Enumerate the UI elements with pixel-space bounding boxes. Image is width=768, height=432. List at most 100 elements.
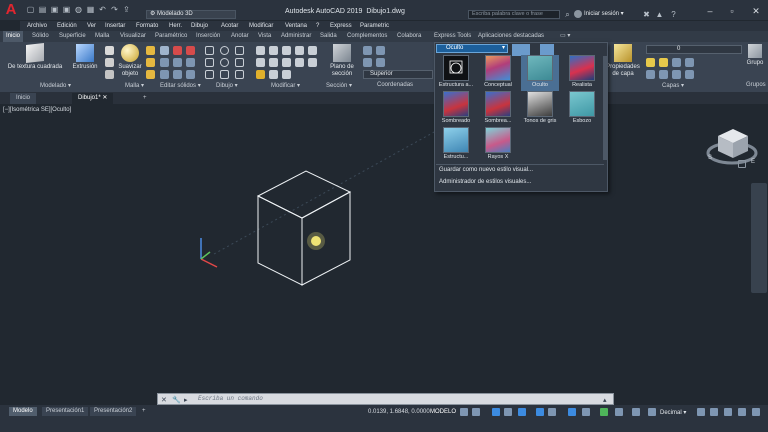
autocad-logo-icon[interactable]: A (2, 1, 20, 19)
group-label-modificar[interactable]: Modificar ▾ (271, 82, 300, 89)
menu-ayuda[interactable]: ? (316, 21, 319, 31)
solid-edit-1-icon[interactable] (160, 46, 169, 55)
command-input[interactable]: Escriba un comando (198, 395, 498, 402)
tab-malla[interactable]: Malla (95, 31, 109, 42)
vs-item-sketchy[interactable]: Esbozo (563, 91, 601, 127)
drawing-canvas[interactable] (0, 104, 768, 406)
binoculars-icon[interactable]: ⌕ (563, 10, 572, 19)
object-snap-tracking-icon[interactable] (536, 408, 544, 416)
scale-icon[interactable] (308, 58, 317, 67)
tab-vista[interactable]: Vista (258, 31, 271, 42)
doc-tab-dibujo1[interactable]: Dibujo1* ✕ (72, 93, 114, 104)
solid-edit-7-icon[interactable] (160, 70, 169, 79)
group-label-modelado[interactable]: Modelado ▾ (40, 82, 71, 89)
ortho-icon[interactable] (492, 408, 500, 416)
tab-colabora[interactable]: Colabora (397, 31, 421, 42)
customization-menu-icon[interactable] (752, 408, 760, 416)
clean-screen-icon[interactable] (738, 408, 746, 416)
group-label-dibujo[interactable]: Dibujo ▾ (216, 82, 238, 89)
tab-inicio[interactable]: Inicio (3, 31, 24, 42)
group-label-editar-solidos[interactable]: Editar sólidos ▾ (160, 82, 201, 89)
solid-edit-6-icon[interactable] (186, 58, 195, 67)
vs-item-shaded-edges[interactable]: Sombrea... (479, 91, 517, 127)
layer-tool-3-icon[interactable] (672, 58, 681, 67)
vs-item-shades-of-gray[interactable]: Tonos de gris (521, 91, 559, 127)
group-label-grupos[interactable]: Grupos (746, 82, 766, 88)
tab-anotar[interactable]: Anotar (231, 31, 249, 42)
menu-archivo[interactable]: Archivo (27, 21, 47, 31)
menu-dibujo[interactable]: Dibujo (191, 21, 208, 31)
section-plane-button[interactable]: Plano de sección (327, 44, 357, 78)
polygon-icon[interactable] (235, 58, 244, 67)
open-file-icon[interactable]: ▤ (38, 5, 47, 14)
solid-edit-5-icon[interactable] (173, 58, 182, 67)
doc-tab-inicio[interactable]: Inicio (10, 93, 37, 104)
coordinates-display[interactable]: 0.0139, 1.6848, 0.0000 (368, 409, 430, 415)
menu-ver[interactable]: Ver (87, 21, 96, 31)
line-icon[interactable] (205, 46, 214, 55)
minimize-icon[interactable]: – (700, 5, 720, 17)
home-view-icon[interactable] (738, 160, 746, 168)
layer-tool-7-icon[interactable] (672, 70, 681, 79)
polyline-icon[interactable] (205, 58, 214, 67)
menu-edicion[interactable]: Edición (57, 21, 77, 31)
menu-express[interactable]: Express (330, 21, 352, 31)
polar-icon[interactable] (504, 408, 512, 416)
array-icon[interactable] (295, 58, 304, 67)
solid-edit-8-icon[interactable] (173, 70, 182, 79)
lineweight-icon[interactable] (582, 408, 590, 416)
layer-tool-8-icon[interactable] (685, 70, 694, 79)
tab-insercion[interactable]: Inserción (196, 31, 220, 42)
layer-tool-4-icon[interactable] (685, 58, 694, 67)
print-icon[interactable]: ▦ (86, 5, 95, 14)
solid-edit-4-icon[interactable] (160, 58, 169, 67)
erase-icon[interactable] (256, 70, 265, 79)
mesh-tool-1-icon[interactable] (146, 46, 155, 55)
stretch-icon[interactable] (282, 46, 291, 55)
torus-small-icon[interactable] (105, 70, 114, 79)
cmd-history-icon[interactable]: ▴ (603, 396, 607, 404)
menu-acotar[interactable]: Acotar (221, 21, 238, 31)
quick-properties-icon[interactable] (697, 408, 705, 416)
menu-ventana[interactable]: Ventana (285, 21, 307, 31)
tab-administrar[interactable]: Administrar (281, 31, 311, 42)
navigation-bar[interactable] (751, 183, 767, 293)
isodraft-icon[interactable] (518, 408, 526, 416)
ucs-2-icon[interactable] (376, 46, 385, 55)
units-icon[interactable] (648, 408, 656, 416)
tab-solido[interactable]: Sólido (32, 31, 49, 42)
ucs-4-icon[interactable] (376, 58, 385, 67)
fillet-icon[interactable] (256, 58, 265, 67)
vs-item-wireframe-2d[interactable]: Estructura a... (437, 55, 475, 91)
layout-tab-presentacion1[interactable]: Presentación1 (42, 407, 89, 416)
tab-complementos[interactable]: Complementos (347, 31, 387, 42)
move-icon[interactable] (256, 46, 265, 55)
copy-icon[interactable] (269, 46, 278, 55)
explode-icon[interactable] (269, 70, 278, 79)
vs-item-wireframe[interactable]: Estructu... (437, 127, 475, 163)
save-visual-style-link[interactable]: Guardar como nuevo estilo visual... (439, 167, 533, 173)
close-icon[interactable]: ✕ (746, 5, 766, 17)
vs-item-conceptual[interactable]: Conceptual (479, 55, 517, 91)
join-icon[interactable] (282, 70, 291, 79)
app-store-icon[interactable]: ✖ (642, 10, 651, 19)
workspace-dropdown[interactable]: ⚙ Modelado 3D (146, 10, 236, 19)
new-file-icon[interactable]: ▢ (26, 5, 35, 14)
mesh-tool-2-icon[interactable] (146, 58, 155, 67)
layout-tab-model[interactable]: Modelo (9, 407, 37, 416)
cmd-prompt-icon[interactable]: ▸ (184, 396, 188, 404)
menu-modificar[interactable]: Modificar (249, 21, 273, 31)
snap-icon[interactable] (472, 408, 480, 416)
tab-salida[interactable]: Salida (320, 31, 337, 42)
ucs-3-icon[interactable] (363, 58, 372, 67)
visual-style-dropdown[interactable]: Oculto ▾ (436, 44, 508, 53)
rotate-icon[interactable] (295, 46, 304, 55)
gallery-scrollbar[interactable] (603, 56, 607, 160)
new-tab-icon[interactable]: + (137, 93, 153, 104)
circle-icon[interactable] (220, 46, 229, 55)
arc-icon[interactable] (220, 58, 229, 67)
solid-edit-3-icon[interactable] (186, 46, 195, 55)
annotation-scale-icon[interactable] (632, 408, 640, 416)
tab-aplicaciones[interactable]: Aplicaciones destacadas (478, 31, 544, 42)
help-icon[interactable]: ? (669, 10, 678, 19)
